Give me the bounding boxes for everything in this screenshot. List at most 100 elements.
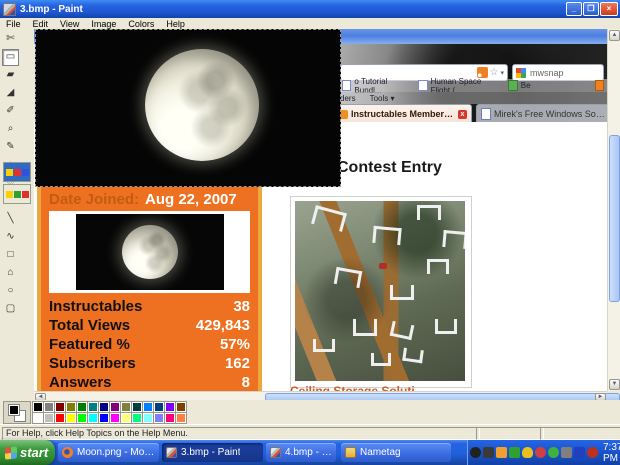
tray-icon[interactable] bbox=[535, 447, 546, 458]
tray-icon[interactable] bbox=[522, 447, 533, 458]
palette-color[interactable] bbox=[143, 402, 153, 412]
stat-row: Subscribers162 bbox=[49, 354, 250, 373]
task-3bmp-paint[interactable]: 3.bmp - Paint bbox=[162, 443, 263, 462]
rounded-rectangle-tool[interactable]: ▢ bbox=[2, 301, 19, 318]
stat-row: Featured %57% bbox=[49, 335, 250, 354]
palette-color[interactable] bbox=[88, 402, 98, 412]
option-chip bbox=[6, 191, 13, 198]
stat-row: Answers8 bbox=[49, 373, 250, 391]
task-label: 4.bmp - Paint bbox=[285, 447, 332, 458]
eraser-tool[interactable]: ▰ bbox=[2, 67, 19, 84]
palette-color[interactable] bbox=[66, 413, 76, 423]
selection-opaque-option[interactable] bbox=[3, 162, 31, 182]
vertical-scroll-thumb[interactable] bbox=[609, 135, 620, 302]
ellipse-tool[interactable]: ○ bbox=[2, 283, 19, 300]
palette-color[interactable] bbox=[154, 413, 164, 423]
palette-color[interactable] bbox=[33, 413, 43, 423]
task-4bmp-paint[interactable]: 4.bmp - Paint bbox=[266, 443, 336, 462]
select-tool[interactable]: ▭ bbox=[2, 49, 19, 66]
toolbar-text: ders bbox=[340, 94, 356, 103]
tray-icon[interactable] bbox=[483, 447, 494, 458]
option-chip bbox=[14, 169, 21, 176]
start-label: start bbox=[20, 445, 48, 460]
option-chip bbox=[22, 191, 29, 198]
start-button[interactable]: start bbox=[0, 440, 55, 465]
palette-color[interactable] bbox=[143, 413, 153, 423]
rectangle-tool[interactable]: □ bbox=[2, 247, 19, 264]
close-button[interactable]: × bbox=[600, 2, 618, 16]
palette-color[interactable] bbox=[88, 413, 98, 423]
palette-color[interactable] bbox=[99, 413, 109, 423]
pick-color-tool[interactable]: ✐ bbox=[2, 103, 19, 120]
palette-color[interactable] bbox=[121, 413, 131, 423]
tray-icon[interactable] bbox=[574, 447, 585, 458]
palette-color[interactable] bbox=[121, 402, 131, 412]
palette-color[interactable] bbox=[44, 413, 54, 423]
line-tool[interactable]: ╲ bbox=[2, 211, 19, 228]
stats-list: Instructables38 Total Views429,843 Featu… bbox=[49, 297, 250, 391]
bookmark-item: Be bbox=[521, 81, 531, 90]
rounded-rect-icon: ▢ bbox=[6, 303, 15, 314]
task-moon-firefox[interactable]: Moon.png - Mozilla Fir... bbox=[58, 443, 159, 462]
menu-help[interactable]: Help bbox=[160, 19, 191, 29]
minimize-button[interactable]: _ bbox=[566, 2, 582, 16]
fill-tool[interactable]: ◢ bbox=[2, 85, 19, 102]
task-label: 3.bmp - Paint bbox=[181, 447, 240, 458]
tab-label: Instructables Member: depotde... bbox=[351, 109, 455, 119]
tray-icon[interactable] bbox=[496, 447, 507, 458]
palette-color[interactable] bbox=[99, 402, 109, 412]
curve-tool[interactable]: ∿ bbox=[2, 229, 19, 246]
task-nametag-folder[interactable]: Nametag bbox=[341, 443, 451, 462]
palette-color[interactable] bbox=[44, 402, 54, 412]
menu-view[interactable]: View bbox=[54, 19, 85, 29]
menu-file[interactable]: File bbox=[0, 19, 27, 29]
palette-color[interactable] bbox=[176, 402, 186, 412]
project-card bbox=[290, 196, 472, 388]
menu-image[interactable]: Image bbox=[85, 19, 122, 29]
selection-transparent-option[interactable] bbox=[3, 184, 31, 204]
foreground-background-swatch[interactable] bbox=[3, 401, 31, 424]
status-bar: For Help, click Help Topics on the Help … bbox=[0, 424, 620, 441]
foreground-color-swatch[interactable] bbox=[8, 404, 20, 416]
tray-icon[interactable] bbox=[587, 447, 598, 458]
palette-color[interactable] bbox=[33, 402, 43, 412]
search-query-text: mwsnap bbox=[530, 68, 564, 78]
bookmark-icon bbox=[508, 80, 517, 91]
moon-image-selection[interactable] bbox=[35, 29, 341, 187]
free-form-select-tool[interactable]: ✄ bbox=[2, 31, 19, 48]
date-joined-label: Date Joined: bbox=[49, 191, 139, 208]
palette-color[interactable] bbox=[165, 402, 175, 412]
tray-icon[interactable] bbox=[509, 447, 520, 458]
tray-icon[interactable] bbox=[470, 447, 481, 458]
paint-title-bar[interactable]: 3.bmp - Paint _ ❐ × bbox=[0, 0, 620, 18]
palette-color[interactable] bbox=[55, 413, 65, 423]
magnifier-tool[interactable]: ⌕ bbox=[2, 121, 19, 138]
tray-icon[interactable] bbox=[561, 447, 572, 458]
palette-color[interactable] bbox=[176, 413, 186, 423]
pencil-tool[interactable]: ✎ bbox=[2, 139, 19, 156]
google-icon bbox=[516, 68, 526, 78]
palette-color[interactable] bbox=[110, 413, 120, 423]
menu-colors[interactable]: Colors bbox=[122, 19, 160, 29]
vertical-scrollbar[interactable]: ▲ ▼ bbox=[607, 29, 620, 391]
palette-color[interactable] bbox=[77, 402, 87, 412]
polygon-tool[interactable]: ⌂ bbox=[2, 265, 19, 282]
scroll-down-icon[interactable]: ▼ bbox=[609, 379, 620, 390]
page-favicon bbox=[481, 108, 491, 120]
palette-color[interactable] bbox=[132, 402, 142, 412]
palette-color[interactable] bbox=[55, 402, 65, 412]
palette-color[interactable] bbox=[165, 413, 175, 423]
palette-color[interactable] bbox=[132, 413, 142, 423]
palette-color[interactable] bbox=[77, 413, 87, 423]
paint-canvas[interactable]: ☆ ▾ mwsnap o Tutorial Bundl... Human Spa… bbox=[34, 29, 607, 391]
palette-color[interactable] bbox=[110, 402, 120, 412]
firefox-icon bbox=[62, 447, 73, 458]
palette-color[interactable] bbox=[154, 402, 164, 412]
palette-color[interactable] bbox=[66, 402, 76, 412]
scroll-up-icon[interactable]: ▲ bbox=[609, 30, 620, 41]
ceiling-storage-photo bbox=[295, 201, 465, 381]
restore-button[interactable]: ❐ bbox=[583, 2, 599, 16]
menu-edit[interactable]: Edit bbox=[27, 19, 55, 29]
fill-icon: ◢ bbox=[7, 87, 15, 98]
tray-icon[interactable] bbox=[548, 447, 559, 458]
